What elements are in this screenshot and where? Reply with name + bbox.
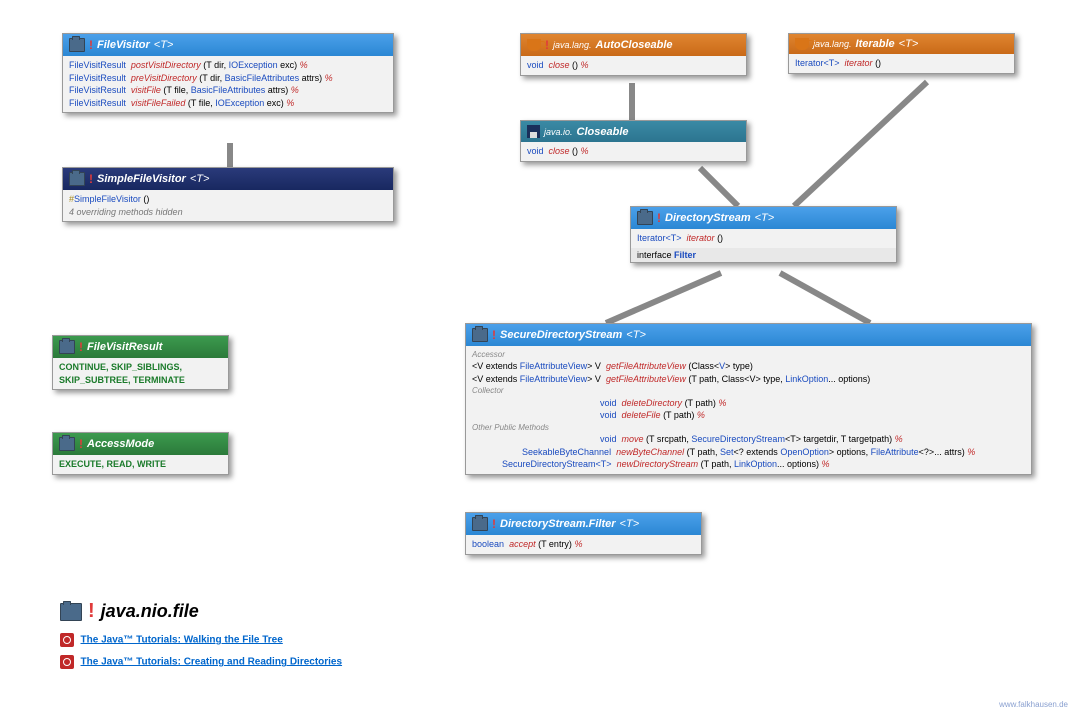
oracle-icon xyxy=(60,633,74,647)
method-row: FileVisitResult postVisitDirectory (T di… xyxy=(69,59,387,72)
package-prefix: java.lang. xyxy=(813,39,852,49)
simplefilevisitor-class-box: ! SimpleFileVisitor<T> #SimpleFileVisito… xyxy=(62,167,394,222)
autocloseable-body: void close () % xyxy=(521,56,746,75)
bang-icon: ! xyxy=(88,600,95,623)
accessmode-enum-box: ! AccessMode EXECUTE, READ, WRITE xyxy=(52,432,229,475)
filevisitor-body: FileVisitResult postVisitDirectory (T di… xyxy=(63,56,393,112)
hidden-note: 4 overriding methods hidden xyxy=(69,206,387,219)
class-name: FileVisitResult xyxy=(87,341,162,353)
package-prefix: java.lang. xyxy=(553,40,592,50)
dsfilter-body: boolean accept (T entry) % xyxy=(466,535,701,554)
folder-icon xyxy=(637,211,653,225)
iterable-header: java.lang.Iterable<T> xyxy=(789,34,1014,54)
folder-icon xyxy=(472,328,488,342)
filevisitor-class-box: ! FileVisitor<T> FileVisitResult postVis… xyxy=(62,33,394,113)
dsfilter-header: ! DirectoryStream.Filter<T> xyxy=(466,513,701,535)
method-row: <V extends FileAttributeView> V getFileA… xyxy=(472,373,1025,386)
bang-icon: ! xyxy=(492,517,496,531)
class-name: Iterable xyxy=(856,38,895,50)
class-name: SimpleFileVisitor xyxy=(97,173,186,185)
bang-icon: ! xyxy=(89,38,93,52)
method-row: void move (T srcpath, SecureDirectoryStr… xyxy=(472,433,1025,446)
footer-credit: www.falkhausen.de xyxy=(999,700,1068,709)
folder-icon xyxy=(59,437,75,451)
method-row: FileVisitResult visitFile (T file, Basic… xyxy=(69,84,387,97)
oracle-icon xyxy=(60,655,74,669)
disk-icon xyxy=(527,125,540,138)
directorystream-sub: interface Filter xyxy=(631,248,896,262)
folder-icon xyxy=(60,603,82,621)
class-name: SecureDirectoryStream xyxy=(500,329,622,341)
directorystream-class-box: ! DirectoryStream<T> Iterator<T> iterato… xyxy=(630,206,897,263)
enum-values: CONTINUE, SKIP_SIBLINGS, SKIP_SUBTREE, T… xyxy=(59,361,222,386)
package-prefix: java.io. xyxy=(544,127,573,137)
accessmode-header: ! AccessMode xyxy=(53,433,228,455)
package-title-block: ! java.nio.file The Java™ Tutorials: Wal… xyxy=(60,600,342,669)
bang-icon: ! xyxy=(492,328,496,342)
bang-icon: ! xyxy=(79,340,83,354)
enum-values: EXECUTE, READ, WRITE xyxy=(59,459,166,469)
tutorial-link-2[interactable]: The Java™ Tutorials: Creating and Readin… xyxy=(60,655,342,669)
section-collector: Collector xyxy=(472,385,1025,396)
method-row: FileVisitResult visitFileFailed (T file,… xyxy=(69,97,387,110)
autocloseable-class-box: ! java.lang.AutoCloseable void close () … xyxy=(520,33,747,76)
filevisitresult-enum-box: ! FileVisitResult CONTINUE, SKIP_SIBLING… xyxy=(52,335,229,390)
closeable-header: java.io. Closeable xyxy=(521,121,746,142)
class-name: AccessMode xyxy=(87,438,154,450)
folder-icon xyxy=(59,340,75,354)
class-name: DirectoryStream xyxy=(665,212,751,224)
filevisitresult-header: ! FileVisitResult xyxy=(53,336,228,358)
simplefilevisitor-body: #SimpleFileVisitor () 4 overriding metho… xyxy=(63,190,393,221)
folder-icon xyxy=(472,517,488,531)
tutorial-link-1[interactable]: The Java™ Tutorials: Walking the File Tr… xyxy=(60,633,342,647)
securedirectorystream-class-box: ! SecureDirectoryStream<T> Accessor <V e… xyxy=(465,323,1032,475)
closeable-class-box: java.io. Closeable void close () % xyxy=(520,120,747,162)
accessmode-body: EXECUTE, READ, WRITE xyxy=(53,455,228,474)
folder-icon xyxy=(69,172,85,186)
bang-icon: ! xyxy=(89,172,93,186)
cup-icon xyxy=(527,39,541,51)
method-row: SecureDirectoryStream<T> newDirectoryStr… xyxy=(472,458,1025,471)
class-name: DirectoryStream.Filter xyxy=(500,518,616,530)
method-row: void deleteDirectory (T path) % xyxy=(472,397,1025,410)
directorystream-body: Iterator<T> iterator () xyxy=(631,229,896,248)
method-row: void deleteFile (T path) % xyxy=(472,409,1025,422)
class-name: Closeable xyxy=(577,126,629,138)
dsfilter-class-box: ! DirectoryStream.Filter<T> boolean acce… xyxy=(465,512,702,555)
closeable-body: void close () % xyxy=(521,142,746,161)
securedirectorystream-header: ! SecureDirectoryStream<T> xyxy=(466,324,1031,346)
method-row: FileVisitResult preVisitDirectory (T dir… xyxy=(69,72,387,85)
section-other: Other Public Methods xyxy=(472,422,1025,433)
autocloseable-header: ! java.lang.AutoCloseable xyxy=(521,34,746,56)
bang-icon: ! xyxy=(657,211,661,225)
bang-icon: ! xyxy=(79,437,83,451)
method-row: SeekableByteChannel newByteChannel (T pa… xyxy=(472,446,1025,459)
folder-icon xyxy=(69,38,85,52)
cup-icon xyxy=(795,38,809,50)
class-name: FileVisitor xyxy=(97,39,150,51)
securedirectorystream-body: Accessor <V extends FileAttributeView> V… xyxy=(466,346,1031,474)
iterable-class-box: java.lang.Iterable<T> Iterator<T> iterat… xyxy=(788,33,1015,74)
simplefilevisitor-header: ! SimpleFileVisitor<T> xyxy=(63,168,393,190)
directorystream-header: ! DirectoryStream<T> xyxy=(631,207,896,229)
filevisitresult-body: CONTINUE, SKIP_SIBLINGS, SKIP_SUBTREE, T… xyxy=(53,358,228,389)
section-accessor: Accessor xyxy=(472,349,1025,360)
constructor: SimpleFileVisitor xyxy=(74,194,141,204)
package-name: java.nio.file xyxy=(101,601,199,622)
iterable-body: Iterator<T> iterator () xyxy=(789,54,1014,73)
filevisitor-header: ! FileVisitor<T> xyxy=(63,34,393,56)
class-name: AutoCloseable xyxy=(596,39,673,51)
method-row: <V extends FileAttributeView> V getFileA… xyxy=(472,360,1025,373)
